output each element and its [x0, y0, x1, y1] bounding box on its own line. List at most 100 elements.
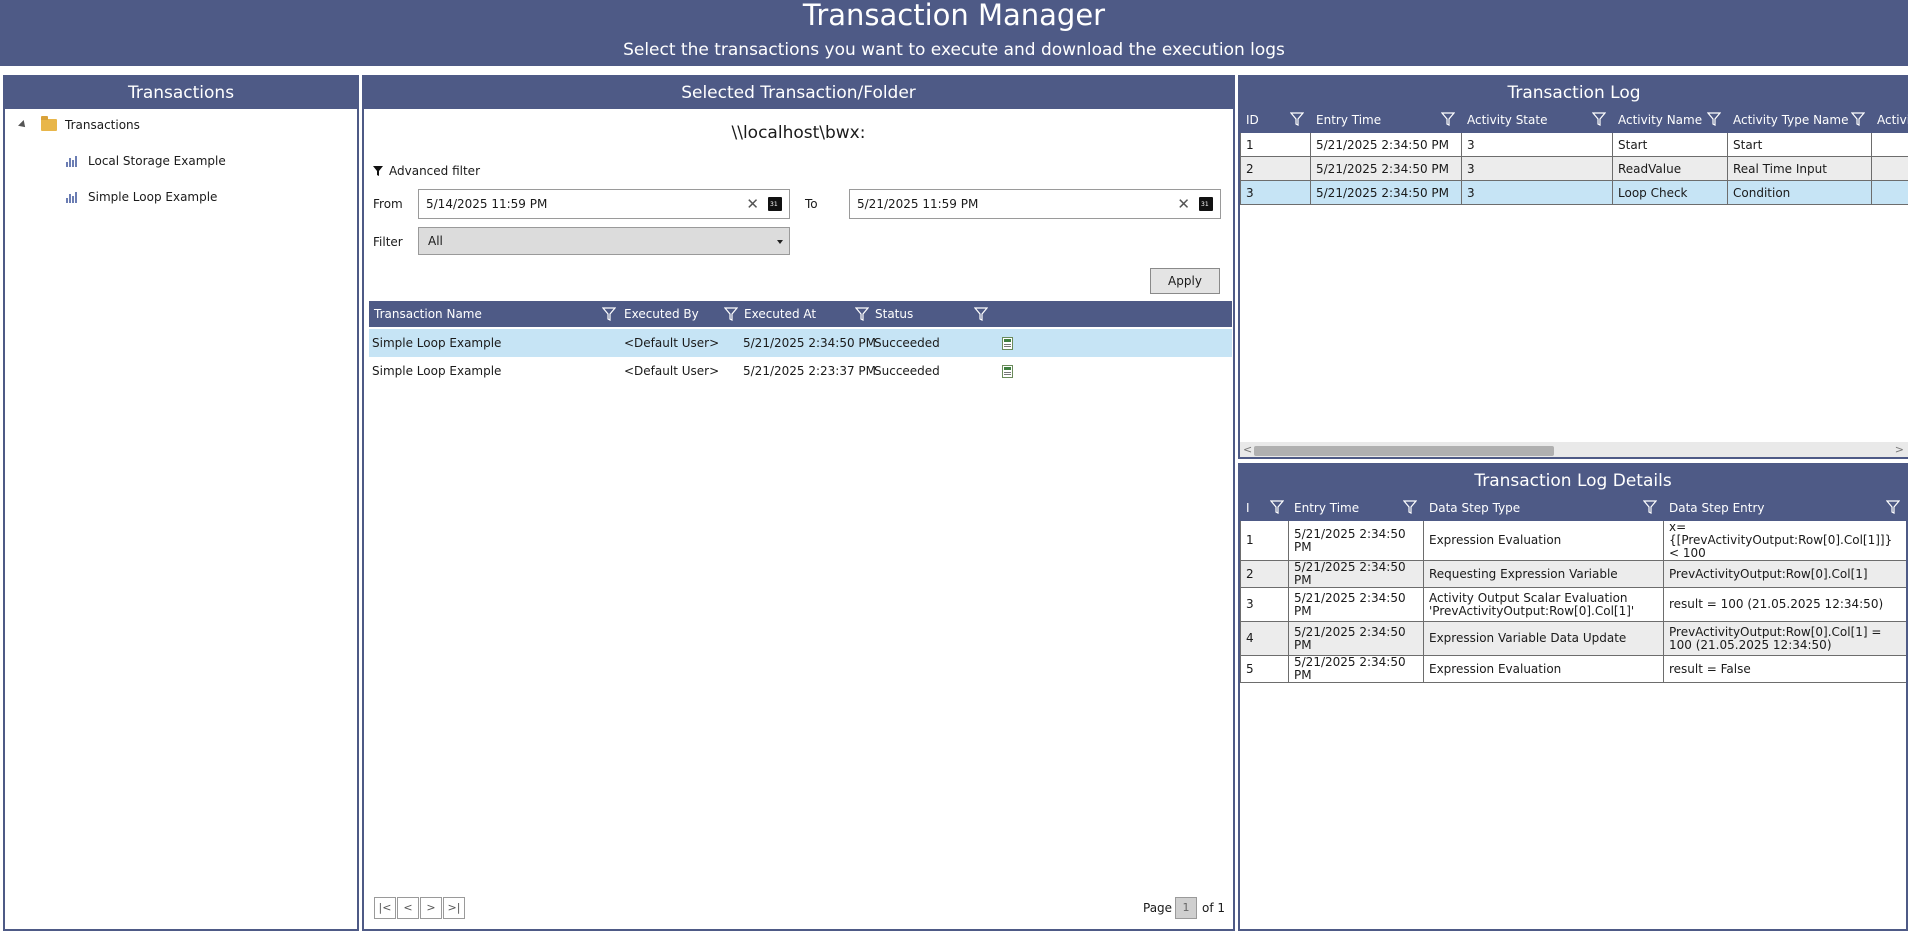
- funnel-icon[interactable]: [974, 307, 988, 321]
- from-date-field[interactable]: 5/14/2025 11:59 PM ✕: [418, 189, 790, 219]
- calendar-icon[interactable]: [768, 197, 782, 211]
- last-page-button[interactable]: >|: [443, 897, 465, 919]
- funnel-icon[interactable]: [1886, 500, 1900, 514]
- page-of-label: of 1: [1202, 901, 1226, 915]
- filter-label: Filter: [373, 235, 403, 249]
- calendar-icon[interactable]: [1199, 197, 1213, 211]
- log-file-icon[interactable]: [1002, 337, 1013, 350]
- log-cell-state: 3: [1461, 132, 1613, 157]
- funnel-icon[interactable]: [1707, 112, 1721, 126]
- apply-button[interactable]: Apply: [1150, 268, 1220, 294]
- table-row[interactable]: 1 5/21/2025 2:34:50 PM Expression Evalua…: [1240, 520, 1906, 561]
- log-cell-extra: [1871, 156, 1908, 181]
- scroll-right-icon[interactable]: >: [1895, 443, 1904, 456]
- funnel-icon[interactable]: [1441, 112, 1455, 126]
- from-label: From: [373, 197, 403, 211]
- column-executed-at[interactable]: Executed At: [739, 301, 859, 327]
- column-status[interactable]: Status: [870, 301, 970, 327]
- details-cell-entry: x={[PrevActivityOutput:Row[0].Col[1]]} <…: [1663, 520, 1906, 561]
- table-row[interactable]: 1 5/21/2025 2:34:50 PM 3 Start Start: [1240, 132, 1908, 157]
- log-cell-name: Start: [1612, 132, 1728, 157]
- clear-icon[interactable]: ✕: [746, 190, 759, 218]
- details-cell-entry: PrevActivityOutput:Row[0].Col[1] = 100 (…: [1663, 621, 1906, 656]
- funnel-icon[interactable]: [1851, 112, 1865, 126]
- funnel-icon[interactable]: [724, 307, 738, 321]
- table-row[interactable]: Simple Loop Example <Default User> 5/21/…: [369, 329, 1232, 357]
- funnel-icon[interactable]: [1290, 112, 1304, 126]
- log-column-activity-truncated[interactable]: Activi: [1871, 107, 1908, 133]
- previous-page-button[interactable]: <: [397, 897, 419, 919]
- log-cell-name: Loop Check: [1612, 180, 1728, 205]
- scroll-left-icon[interactable]: <: [1243, 443, 1252, 456]
- tree-item-local-storage[interactable]: Local Storage Example: [65, 151, 226, 171]
- cell-status: Succeeded: [874, 336, 940, 350]
- log-details-table: I Entry Time Data Step Type Data Step En…: [1240, 495, 1906, 683]
- page-label: Page: [1143, 901, 1173, 915]
- cell-executed-at: 5/21/2025 2:23:37 PM: [743, 364, 877, 378]
- details-cell-entry: PrevActivityOutput:Row[0].Col[1]: [1663, 560, 1906, 588]
- scrollbar-thumb[interactable]: [1254, 446, 1554, 456]
- funnel-icon: [373, 166, 383, 176]
- table-row[interactable]: 3 5/21/2025 2:34:50 PM Activity Output S…: [1240, 587, 1906, 622]
- table-row[interactable]: 2 5/21/2025 2:34:50 PM 3 ReadValue Real …: [1240, 156, 1908, 181]
- log-cell-type: Condition: [1727, 180, 1872, 205]
- log-column-activity-name[interactable]: Activity Name: [1612, 107, 1728, 133]
- advanced-filter-toggle[interactable]: Advanced filter: [373, 163, 480, 179]
- expand-arrow-icon[interactable]: [18, 120, 28, 130]
- log-column-activity-state[interactable]: Activity State: [1461, 107, 1613, 133]
- funnel-icon[interactable]: [1592, 112, 1606, 126]
- details-cell-i: 2: [1240, 560, 1289, 588]
- log-cell-type: Real Time Input: [1727, 156, 1872, 181]
- funnel-icon[interactable]: [1643, 500, 1657, 514]
- table-row[interactable]: 5 5/21/2025 2:34:50 PM Expression Evalua…: [1240, 655, 1906, 683]
- clear-icon[interactable]: ✕: [1177, 190, 1190, 218]
- details-cell-entry: result = 100 (21.05.2025 12:34:50): [1663, 587, 1906, 622]
- column-transaction-name[interactable]: Transaction Name: [369, 301, 609, 327]
- log-column-id[interactable]: ID: [1240, 107, 1311, 133]
- details-column-entry-time[interactable]: Entry Time: [1288, 495, 1424, 521]
- log-column-activity-type-name[interactable]: Activity Type Name: [1727, 107, 1872, 133]
- details-cell-entry: result = False: [1663, 655, 1906, 683]
- transactions-grid-header: Transaction Name Executed By Executed At…: [369, 301, 1232, 327]
- cell-status: Succeeded: [874, 364, 940, 378]
- details-cell-i: 4: [1240, 621, 1289, 656]
- log-cell-id: 3: [1240, 180, 1311, 205]
- details-column-i[interactable]: I: [1240, 495, 1289, 521]
- table-row[interactable]: Simple Loop Example <Default User> 5/21/…: [369, 357, 1232, 385]
- details-cell-time: 5/21/2025 2:34:50 PM: [1288, 655, 1424, 683]
- cell-executed-at: 5/21/2025 2:34:50 PM: [743, 336, 877, 350]
- table-row[interactable]: 3 5/21/2025 2:34:50 PM 3 Loop Check Cond…: [1240, 180, 1908, 205]
- log-cell-extra: [1871, 132, 1908, 157]
- funnel-icon[interactable]: [602, 307, 616, 321]
- transaction-icon: [65, 191, 78, 204]
- details-cell-i: 5: [1240, 655, 1289, 683]
- horizontal-scrollbar[interactable]: < >: [1240, 442, 1908, 457]
- transaction-log-details-panel: Transaction Log Details I Entry Time Dat…: [1238, 463, 1908, 931]
- column-executed-by[interactable]: Executed By: [619, 301, 729, 327]
- app-header: Transaction Manager Select the transacti…: [0, 0, 1908, 66]
- to-date-field[interactable]: 5/21/2025 11:59 PM ✕: [849, 189, 1221, 219]
- funnel-icon[interactable]: [855, 307, 869, 321]
- funnel-icon[interactable]: [1270, 500, 1284, 514]
- table-row[interactable]: 2 5/21/2025 2:34:50 PM Requesting Expres…: [1240, 560, 1906, 588]
- tree-root-transactions[interactable]: Transactions: [18, 115, 140, 135]
- details-column-data-step-type[interactable]: Data Step Type: [1423, 495, 1664, 521]
- details-cell-time: 5/21/2025 2:34:50 PM: [1288, 587, 1424, 622]
- tree-item-simple-loop[interactable]: Simple Loop Example: [65, 187, 217, 207]
- transaction-log-table: ID Entry Time Activity State Activity Na…: [1240, 107, 1908, 205]
- transaction-log-details-title: Transaction Log Details: [1240, 465, 1906, 497]
- to-label: To: [805, 197, 818, 211]
- page-number-input[interactable]: 1: [1175, 897, 1197, 919]
- details-column-data-step-entry[interactable]: Data Step Entry: [1663, 495, 1906, 521]
- log-file-icon[interactable]: [1002, 365, 1013, 378]
- selected-transaction-panel: Selected Transaction/Folder \\localhost\…: [362, 75, 1235, 931]
- log-column-entry-time[interactable]: Entry Time: [1310, 107, 1462, 133]
- tree-root-label: Transactions: [65, 118, 140, 132]
- funnel-icon[interactable]: [1403, 500, 1417, 514]
- table-row[interactable]: 4 5/21/2025 2:34:50 PM Expression Variab…: [1240, 621, 1906, 656]
- first-page-button[interactable]: |<: [374, 897, 396, 919]
- filter-select[interactable]: All: [418, 227, 790, 255]
- cell-transaction-name: Simple Loop Example: [372, 364, 502, 378]
- next-page-button[interactable]: >: [420, 897, 442, 919]
- chevron-down-icon: [777, 240, 783, 244]
